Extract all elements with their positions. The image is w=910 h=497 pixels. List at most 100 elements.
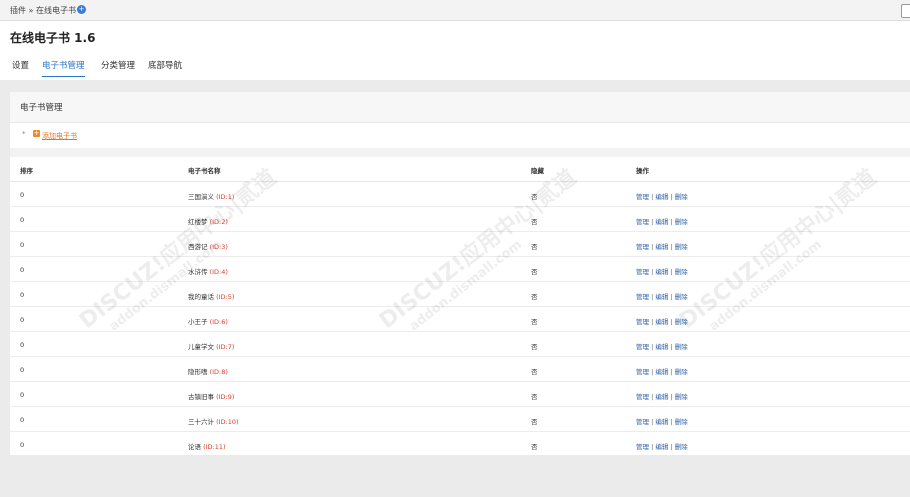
edit-link[interactable]: 编辑 <box>655 368 668 376</box>
manage-link[interactable]: 管理 <box>636 343 649 351</box>
ebook-name: 三国演义 <box>188 193 214 201</box>
delete-link[interactable]: 删除 <box>675 393 688 401</box>
delete-link[interactable]: 删除 <box>675 318 688 326</box>
row-name-cell: 古镇旧事 (ID:9) <box>188 391 234 401</box>
row-hidden: 否 <box>531 443 538 451</box>
row-actions: 管理 | 编辑 | 删除 <box>636 416 688 426</box>
manage-link[interactable]: 管理 <box>636 293 649 301</box>
manage-link[interactable]: 管理 <box>636 318 649 326</box>
row-order: 0 <box>20 241 25 249</box>
edit-link[interactable]: 编辑 <box>655 293 668 301</box>
row-name-cell: 我的童话 (ID:5) <box>188 291 234 301</box>
edit-link[interactable]: 编辑 <box>655 243 668 251</box>
manage-link[interactable]: 管理 <box>636 393 649 401</box>
separator: | <box>670 218 673 226</box>
manage-link[interactable]: 管理 <box>636 418 649 426</box>
tab-bottom-nav[interactable]: 底部导航 <box>148 59 182 76</box>
row-name-cell: 小王子 (ID:6) <box>188 316 228 326</box>
breadcrumb-separator: » <box>28 6 34 15</box>
manage-link[interactable]: 管理 <box>636 243 649 251</box>
edit-link[interactable]: 编辑 <box>655 343 668 351</box>
top-bar: 插件 » 在线电子书 + <box>0 0 910 21</box>
row-order: 0 <box>20 416 25 424</box>
edit-link[interactable]: 编辑 <box>655 218 668 226</box>
add-ebook-link[interactable]: 添加电子书 <box>42 131 77 141</box>
separator: | <box>651 268 654 276</box>
row-actions: 管理 | 编辑 | 删除 <box>636 291 688 301</box>
delete-link[interactable]: 删除 <box>675 368 688 376</box>
manage-link[interactable]: 管理 <box>636 218 649 226</box>
delete-link[interactable]: 删除 <box>675 243 688 251</box>
breadcrumb-parent-link[interactable]: 插件 <box>10 6 26 15</box>
delete-link[interactable]: 删除 <box>675 418 688 426</box>
ebook-name: 水浒传 <box>188 268 208 276</box>
row-actions: 管理 | 编辑 | 删除 <box>636 216 688 226</box>
row-order: 0 <box>20 266 25 274</box>
edit-link[interactable]: 编辑 <box>655 443 668 451</box>
ebook-name: 西游记 <box>188 243 208 251</box>
add-icon[interactable]: + <box>33 130 40 137</box>
manage-link[interactable]: 管理 <box>636 368 649 376</box>
table-row: 0 小王子 (ID:6) 否 管理 | 编辑 | 删除 <box>10 307 910 332</box>
table-row: 0 隐形嗜 (ID:8) 否 管理 | 编辑 | 删除 <box>10 357 910 382</box>
separator: | <box>670 293 673 301</box>
row-actions: 管理 | 编辑 | 删除 <box>636 191 688 201</box>
separator: | <box>670 243 673 251</box>
row-name-cell: 三国演义 (ID:1) <box>188 191 234 201</box>
manage-link[interactable]: 管理 <box>636 443 649 451</box>
delete-link[interactable]: 删除 <box>675 293 688 301</box>
separator: | <box>651 193 654 201</box>
row-order: 0 <box>20 391 25 399</box>
edit-link[interactable]: 编辑 <box>655 393 668 401</box>
manage-link[interactable]: 管理 <box>636 268 649 276</box>
ebook-id: (ID:1) <box>216 193 235 201</box>
ebook-id: (ID:6) <box>209 318 228 326</box>
divider <box>10 148 910 157</box>
delete-link[interactable]: 删除 <box>675 218 688 226</box>
delete-link[interactable]: 删除 <box>675 193 688 201</box>
plus-circle-icon[interactable]: + <box>77 5 86 14</box>
ebook-name: 儿童学文 <box>188 343 214 351</box>
edit-link[interactable]: 编辑 <box>655 268 668 276</box>
row-order: 0 <box>20 341 25 349</box>
table-header: 排序 电子书名称 隐藏 操作 <box>10 157 910 182</box>
tab-settings[interactable]: 设置 <box>12 59 29 76</box>
separator: | <box>670 368 673 376</box>
table-row: 0 红楼梦 (ID:2) 否 管理 | 编辑 | 删除 <box>10 207 910 232</box>
row-hidden: 否 <box>531 268 538 276</box>
separator: | <box>670 418 673 426</box>
row-name-cell: 红楼梦 (ID:2) <box>188 216 228 226</box>
manage-link[interactable]: 管理 <box>636 193 649 201</box>
delete-link[interactable]: 删除 <box>675 268 688 276</box>
separator: | <box>670 268 673 276</box>
delete-link[interactable]: 删除 <box>675 443 688 451</box>
breadcrumb-current: 在线电子书 <box>36 6 76 15</box>
edit-link[interactable]: 编辑 <box>655 418 668 426</box>
table-row: 0 三国演义 (ID:1) 否 管理 | 编辑 | 删除 <box>10 182 910 207</box>
edit-link[interactable]: 编辑 <box>655 318 668 326</box>
separator: | <box>651 443 654 451</box>
separator: | <box>651 243 654 251</box>
ebook-id: (ID:2) <box>209 218 228 226</box>
separator: | <box>670 343 673 351</box>
tab-ebook-management[interactable]: 电子书管理 <box>42 59 85 77</box>
row-actions: 管理 | 编辑 | 删除 <box>636 316 688 326</box>
separator: | <box>651 418 654 426</box>
checkbox[interactable] <box>901 4 910 18</box>
ebook-id: (ID:8) <box>209 368 228 376</box>
tab-category-management[interactable]: 分类管理 <box>101 59 135 76</box>
ebook-id: (ID:4) <box>209 268 228 276</box>
row-hidden: 否 <box>531 243 538 251</box>
row-order: 0 <box>20 366 25 374</box>
row-order: 0 <box>20 191 25 199</box>
ebook-id: (ID:5) <box>216 293 235 301</box>
panel-title: 电子书管理 <box>20 103 63 113</box>
table-row: 0 论语 (ID:11) 否 管理 | 编辑 | 删除 <box>10 432 910 457</box>
delete-link[interactable]: 删除 <box>675 343 688 351</box>
row-order: 0 <box>20 216 25 224</box>
row-name-cell: 水浒传 (ID:4) <box>188 266 228 276</box>
separator: | <box>651 293 654 301</box>
edit-link[interactable]: 编辑 <box>655 193 668 201</box>
panel-header: 电子书管理 <box>10 92 910 123</box>
row-hidden: 否 <box>531 393 538 401</box>
